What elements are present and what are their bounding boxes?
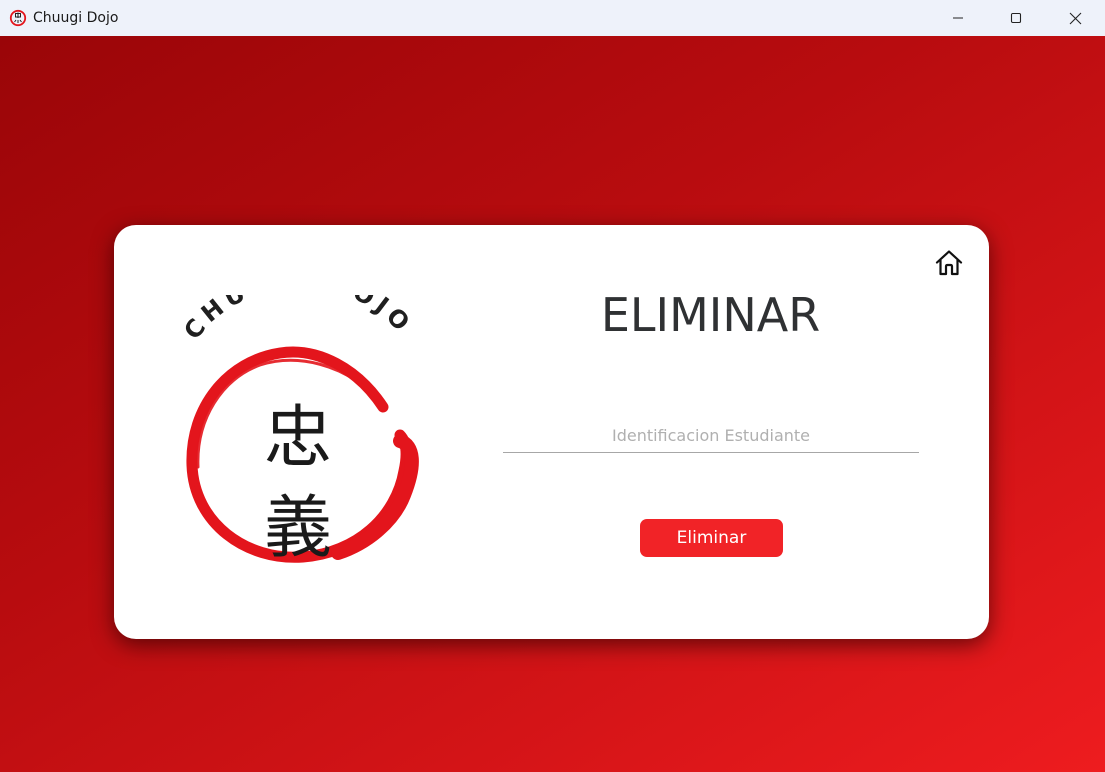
minimize-button[interactable] <box>929 0 987 36</box>
home-button[interactable] <box>931 245 967 281</box>
home-icon <box>935 250 963 276</box>
page-title: ELIMINAR <box>600 288 821 342</box>
close-button[interactable] <box>1046 0 1104 36</box>
logo-text: CHUUGI DOJO <box>178 295 413 345</box>
main-background: CHUUGI DOJO 忠 義 ELIMINAR Elimi <box>0 36 1105 772</box>
window-title: Chuugi Dojo <box>33 10 119 26</box>
delete-student-card: CHUUGI DOJO 忠 義 ELIMINAR Elimi <box>114 225 989 639</box>
logo-kanji-top: 忠 <box>264 399 332 478</box>
maximize-button[interactable] <box>987 0 1045 36</box>
delete-button[interactable]: Eliminar <box>640 519 783 557</box>
logo-kanji-bottom: 義 <box>264 489 332 568</box>
close-icon <box>1069 12 1081 24</box>
dojo-logo-icon <box>9 9 27 27</box>
maximize-icon <box>1010 12 1022 24</box>
app-window: Chuugi Dojo CHUU <box>0 0 1105 772</box>
minimize-icon <box>953 17 963 19</box>
title-bar[interactable]: Chuugi Dojo <box>0 0 1105 36</box>
svg-text:CHUUGI DOJO: CHUUGI DOJO <box>178 295 418 345</box>
student-id-input[interactable] <box>503 418 919 453</box>
chuugi-dojo-logo: CHUUGI DOJO 忠 義 <box>178 295 419 568</box>
